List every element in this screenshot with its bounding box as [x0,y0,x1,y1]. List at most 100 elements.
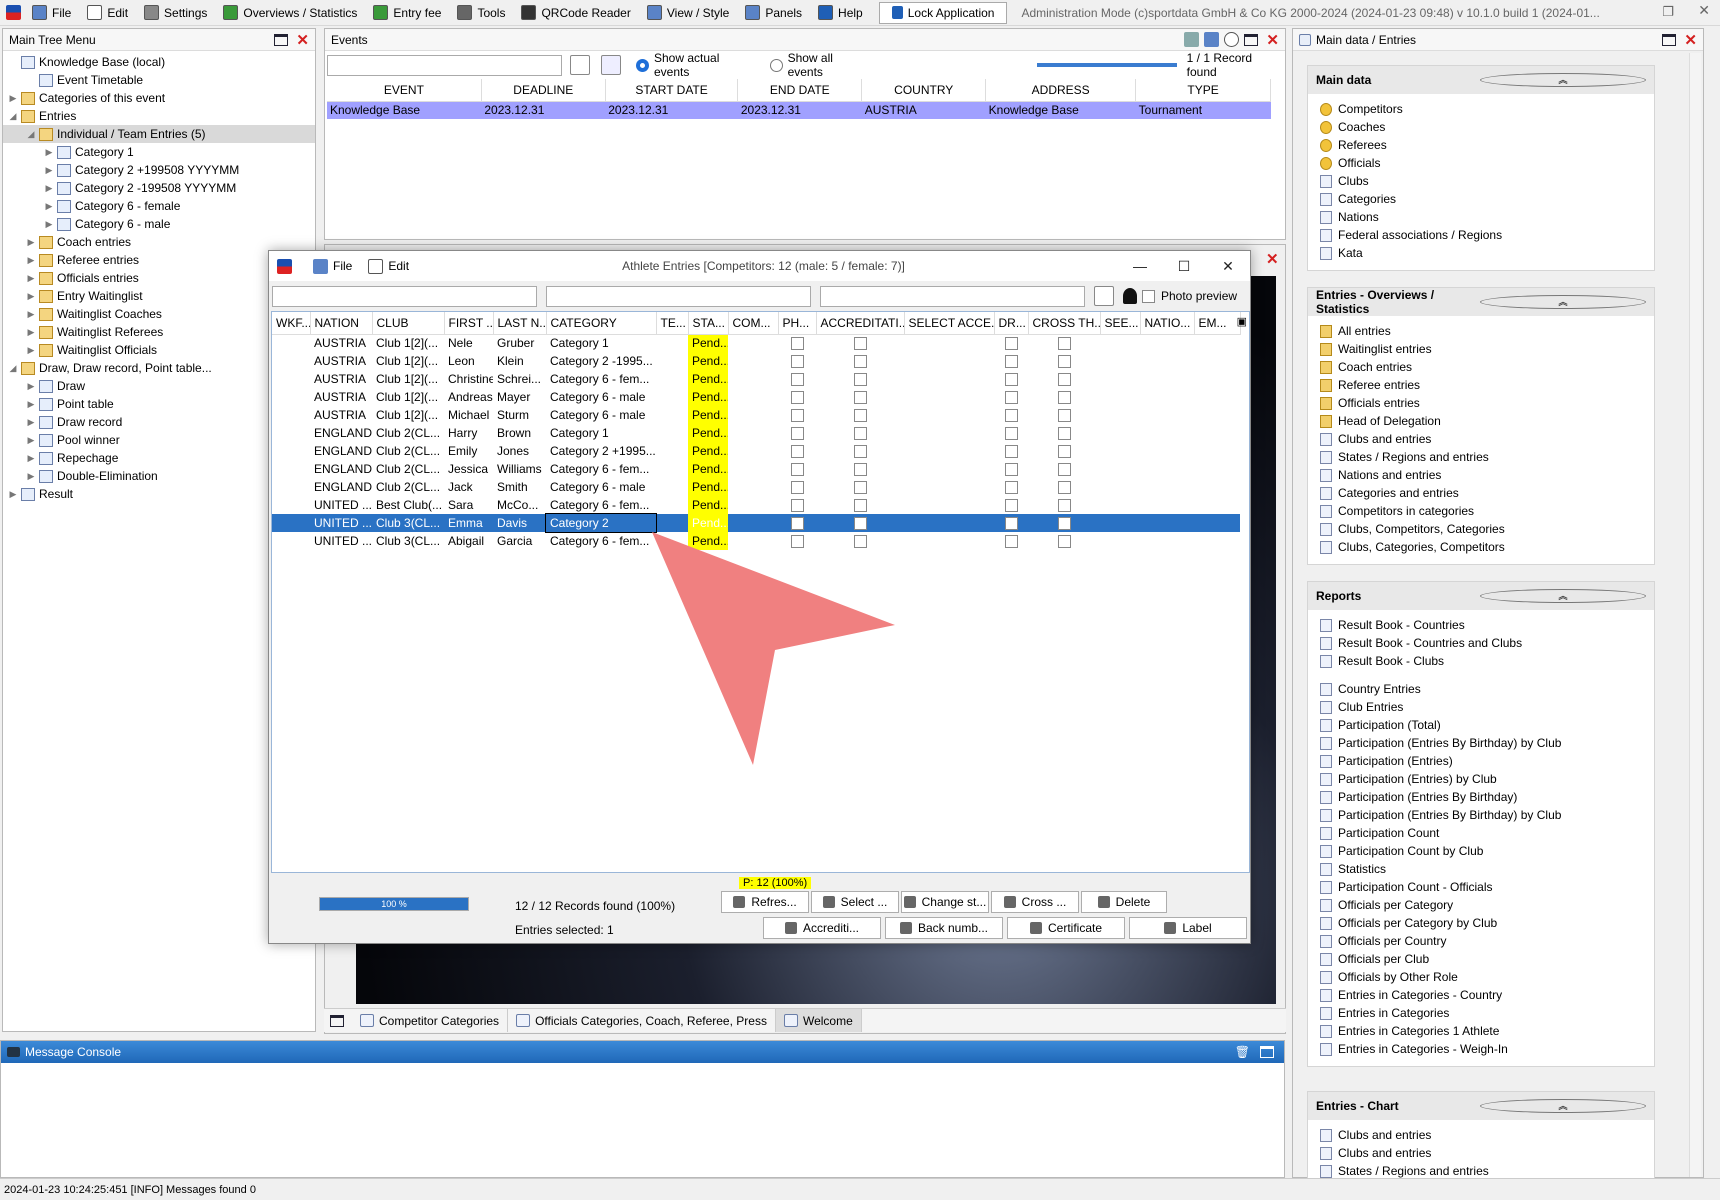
link-statistics[interactable]: Statistics [1308,860,1654,878]
link-competitors-in-categories[interactable]: Competitors in categories [1308,502,1654,520]
accrediti-button[interactable]: Accrediti... [763,917,881,939]
cell-first-name[interactable]: Nele [444,334,493,352]
checkbox[interactable] [853,445,867,459]
cell-status[interactable]: Pend... [688,370,728,388]
cell-last-name[interactable]: Brown [493,424,546,442]
link-result-book-clubs[interactable]: Result Book - Clubs [1308,652,1654,670]
col-category[interactable]: CATEGORY [546,312,657,335]
cell-club[interactable]: Best Club(... [372,496,444,514]
cell-status[interactable]: Pend... [688,334,728,352]
link-officials-by-other-role[interactable]: Officials by Other Role [1308,968,1654,986]
cell-nation[interactable]: ENGLAND [310,460,372,478]
checkbox[interactable] [1057,463,1071,477]
export-icon[interactable] [1184,32,1200,47]
tree-item-categories-of-this-event[interactable]: ▶ Categories of this event [3,89,315,107]
table-row[interactable]: AUSTRIA Club 1[2](... Christine Schrei... Ca… [272,370,1240,388]
col-nation[interactable]: NATION [310,312,373,335]
link-clubs-and-entries[interactable]: Clubs and entries [1308,1126,1654,1144]
table-row[interactable]: UNITED ... Best Club(... Sara McCo... Catego… [272,496,1240,514]
checkbox[interactable] [790,409,804,423]
cell-first-name[interactable]: Abigail [444,532,493,550]
table-row[interactable]: ENGLAND Club 2(CL... Harry Brown Category 1 P… [272,424,1240,442]
checkbox[interactable] [1057,427,1071,441]
cell-status[interactable]: Pend... [688,388,728,406]
link-clubs-and-entries[interactable]: Clubs and entries [1308,1144,1654,1162]
maximize-icon[interactable] [274,33,289,46]
maximize-icon[interactable] [1244,33,1259,46]
menu-settings[interactable]: Settings [138,2,213,24]
link-participation-count[interactable]: Participation Count [1308,824,1654,842]
cell-nation[interactable]: AUSTRIA [310,352,372,370]
link-participation-count-officials[interactable]: Participation Count - Officials [1308,878,1654,896]
collapse-icon[interactable]: ︽ [1480,295,1646,309]
table-row[interactable]: AUSTRIA Club 1[2](... Michael Sturm Category… [272,406,1240,424]
link-entries-in-categories[interactable]: Entries in Categories [1308,1004,1654,1022]
checkbox[interactable] [1004,463,1018,477]
checkbox[interactable] [1057,391,1071,405]
col-end-date[interactable]: END DATE [737,79,863,102]
checkbox[interactable] [1057,373,1071,387]
link-clubs-categories-competitors[interactable]: Clubs, Categories, Competitors [1308,538,1654,556]
checkbox[interactable] [1057,337,1071,351]
tree-item-category-2-199508-yyyymm[interactable]: ▶ Category 2 +199508 YYYYMM [3,161,315,179]
checkbox[interactable] [853,427,867,441]
link-competitors[interactable]: Competitors [1308,100,1654,118]
checkbox[interactable] [790,445,804,459]
cell-status[interactable]: Pend... [688,478,728,496]
close-icon[interactable]: ✕ [1684,31,1697,49]
expand-arrow-icon[interactable]: ▶ [25,399,37,410]
change-st-button[interactable]: Change st... [901,891,989,913]
cell-status[interactable]: Pend... [688,442,728,460]
cell-status[interactable]: Pend... [688,406,728,424]
expand-arrow-icon[interactable]: ▶ [25,291,37,302]
expand-arrow-icon[interactable]: ◢ [7,363,19,374]
folder-icon[interactable] [1204,32,1220,47]
close-icon[interactable]: ✕ [1266,31,1279,49]
col-last-n[interactable]: LAST N... [493,312,547,335]
cell-first-name[interactable]: Emily [444,442,493,460]
link-nations[interactable]: Nations [1308,208,1654,226]
link-coach-entries[interactable]: Coach entries [1308,358,1654,376]
col-see[interactable]: SEE... [1100,312,1141,335]
link-referees[interactable]: Referees [1308,136,1654,154]
cell-status[interactable]: Pend... [688,460,728,478]
table-row[interactable]: Knowledge Base 2023.12.31 2023.12.31 2023.1… [327,101,1271,119]
expand-arrow-icon[interactable]: ▶ [25,417,37,428]
col-ph[interactable]: PH... [778,312,817,335]
table-row[interactable]: ENGLAND Club 2(CL... Jack Smith Category 6 -… [272,478,1240,496]
link-all-entries[interactable]: All entries [1308,322,1654,340]
show-all-radio[interactable] [769,58,783,72]
cell-club[interactable]: Club 1[2](... [372,406,444,424]
menu-overviews-statistics[interactable]: Overviews / Statistics [217,2,363,24]
cell-last-name[interactable]: Klein [493,352,546,370]
link-participation-total[interactable]: Participation (Total) [1308,716,1654,734]
link-officials-per-club[interactable]: Officials per Club [1308,950,1654,968]
checkbox[interactable] [1057,481,1071,495]
checkbox[interactable] [853,391,867,405]
expand-arrow-icon[interactable]: ▶ [43,219,55,230]
cell-last-name[interactable]: Gruber [493,334,546,352]
link-entries-in-categories-1-athlete[interactable]: Entries in Categories 1 Athlete [1308,1022,1654,1040]
cell-nation[interactable]: ENGLAND [310,424,372,442]
cell-nation[interactable]: AUSTRIA [310,406,372,424]
tree-item-entries[interactable]: ◢ Entries [3,107,315,125]
tree-item-knowledge-base-local[interactable]: Knowledge Base (local) [3,53,315,71]
cell-category[interactable]: Category 6 - male [546,388,656,406]
cell-club[interactable]: Club 1[2](... [372,388,444,406]
checkbox[interactable] [1004,445,1018,459]
expand-arrow-icon[interactable]: ◢ [25,129,37,140]
checkbox[interactable] [1004,391,1018,405]
table-row[interactable]: ENGLAND Club 2(CL... Emily Jones Category 2 … [272,442,1240,460]
link-participation-count-by-club[interactable]: Participation Count by Club [1308,842,1654,860]
cell-club[interactable]: Club 1[2](... [372,334,444,352]
cell-category[interactable]: Category 6 - male [546,478,656,496]
cell-nation[interactable]: ENGLAND [310,442,372,460]
link-categories[interactable]: Categories [1308,190,1654,208]
checkbox[interactable] [1057,355,1071,369]
tab-officials-categories-coach-referee-press[interactable]: Officials Categories, Coach, Referee, Pr… [508,1009,776,1032]
cell-last-name[interactable]: Mayer [493,388,546,406]
link-clubs-competitors-categories[interactable]: Clubs, Competitors, Categories [1308,520,1654,538]
cell-nation[interactable]: AUSTRIA [310,334,372,352]
cell-category[interactable]: Category 2 +1995... [546,442,656,460]
cell-first-name[interactable]: Jack [444,478,493,496]
